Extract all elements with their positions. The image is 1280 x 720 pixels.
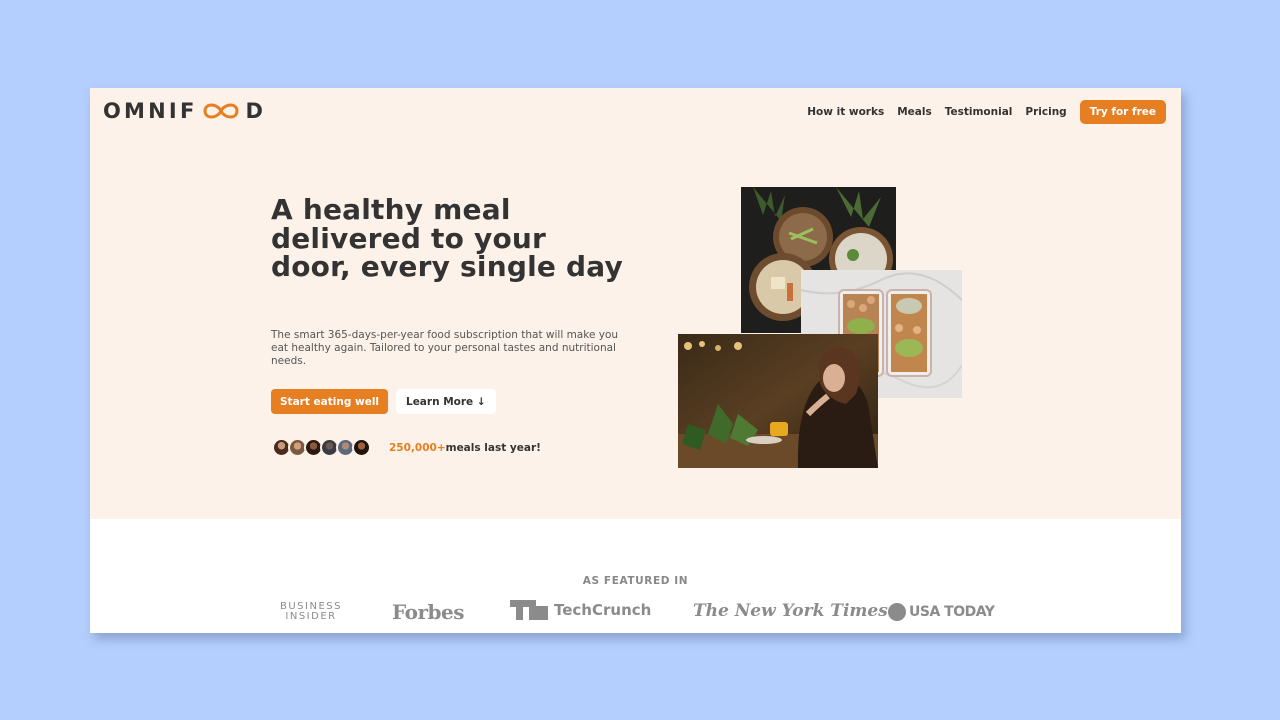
nav-how-it-works[interactable]: How it works xyxy=(807,106,884,118)
featured-title: AS FEATURED IN xyxy=(582,575,689,587)
nyt-logo: The New York Times xyxy=(693,601,888,621)
nav-testimonial[interactable]: Testimonial xyxy=(945,106,1013,118)
featured-logos: BUSINESS INSIDER Forbes TechCrunch The N… xyxy=(90,596,1181,632)
logo-text-left: OMNIF xyxy=(103,99,198,123)
hero-description: The smart 365-days-per-year food subscri… xyxy=(271,329,619,367)
meals-count: 250,000+ xyxy=(389,442,446,454)
infinity-icon xyxy=(203,103,239,119)
nav-meals[interactable]: Meals xyxy=(897,106,932,118)
nav-pricing[interactable]: Pricing xyxy=(1025,106,1066,118)
techcrunch-mark-icon xyxy=(510,600,548,620)
techcrunch-logo: TechCrunch xyxy=(510,600,651,620)
hero-image-woman-eating xyxy=(678,334,878,468)
logo-text-right: D xyxy=(245,99,267,123)
usa-today-dot-icon xyxy=(888,603,906,621)
usa-today-text: USA TODAY xyxy=(909,604,995,620)
main-nav: How it works Meals Testimonial Pricing T… xyxy=(807,100,1166,124)
avatar xyxy=(352,438,371,457)
hero-title: A healthy meal delivered to your door, e… xyxy=(271,193,623,283)
meals-delivered-text: 250,000+meals last year! xyxy=(389,442,541,454)
learn-more-button[interactable]: Learn More ↓ xyxy=(396,389,496,414)
meals-suffix: meals last year! xyxy=(445,442,541,454)
try-for-free-button[interactable]: Try for free xyxy=(1079,100,1166,124)
business-insider-line2: INSIDER xyxy=(285,611,337,622)
techcrunch-text: TechCrunch xyxy=(554,601,652,619)
business-insider-logo: BUSINESS INSIDER xyxy=(280,602,342,622)
browser-window: OMNIF D How it works Meals Testimonial P… xyxy=(90,88,1181,633)
omnifood-logo[interactable]: OMNIF D xyxy=(103,99,266,123)
start-eating-well-button[interactable]: Start eating well xyxy=(271,389,389,414)
hero-section xyxy=(90,88,1181,519)
forbes-logo: Forbes xyxy=(392,600,464,624)
usa-today-logo: USA TODAY xyxy=(888,603,995,621)
customer-avatars xyxy=(272,438,371,457)
